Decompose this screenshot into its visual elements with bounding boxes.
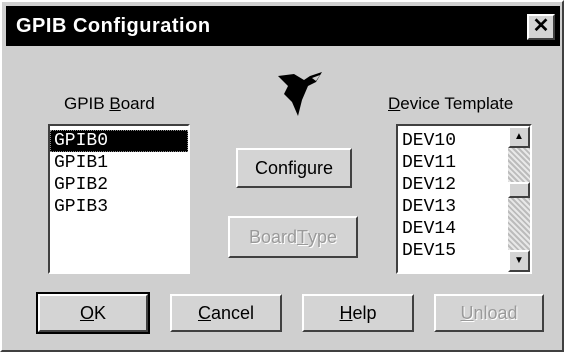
configure-label-pre: Confi [254,157,297,178]
device-template-label-mnemonic: D [388,94,401,113]
configure-button[interactable]: Confi g ure [236,148,352,188]
title-bar[interactable]: GPIB Configuration ✕ [6,6,560,46]
gpib-board-listbox[interactable]: GPIB0 GPIB1 GPIB2 GPIB3 [48,124,190,274]
board-type-label-pre: Board [248,226,297,247]
scroll-down-arrow-icon[interactable]: ▼ [508,250,530,272]
help-label-mnemonic: H [339,302,353,323]
board-type-button[interactable]: Board Type [228,216,358,258]
help-label-post: elp [352,302,377,323]
ok-button[interactable]: OK [36,292,150,334]
ok-label-post: K [94,302,107,323]
board-type-label-post: ype [308,226,338,247]
unload-label-post: nload [473,302,518,323]
ni-eagle-logo [278,72,322,116]
configure-label-mnemonic: g [297,157,308,178]
unload-button[interactable]: Unload [434,294,544,332]
close-icon: ✕ [532,15,550,37]
template-scrollbar[interactable]: ▲ ▼ [508,126,530,272]
board-list-item-gpib1[interactable]: GPIB1 [50,152,188,174]
device-template-label: Device Template [388,94,513,114]
device-template-listbox[interactable]: DEV10 DEV11 DEV12 DEV13 DEV14 DEV15 ▲ ▼ [396,124,532,274]
cancel-button[interactable]: Cancel [170,294,282,332]
gpib-board-label-rest: oard [120,94,155,113]
board-type-label-mnemonic: T [297,226,308,247]
board-list-item-gpib3[interactable]: GPIB3 [50,196,188,218]
gpib-board-label: GPIB Board [64,94,155,114]
unload-label-mnemonic: U [460,302,474,323]
cancel-label-mnemonic: C [197,302,211,323]
board-list-item-gpib0[interactable]: GPIB0 [50,130,188,152]
close-button[interactable]: ✕ [527,14,555,40]
device-template-label-rest: evice Template [400,94,514,113]
ok-label-mnemonic: O [79,302,94,323]
configure-label-post: ure [307,157,334,178]
scroll-up-arrow-icon[interactable]: ▲ [508,126,530,148]
dialog-title: GPIB Configuration [16,15,211,37]
scrollbar-thumb[interactable] [508,182,530,198]
help-button[interactable]: Help [302,294,414,332]
gpib-board-label-text: GPIB [64,94,110,113]
gpib-board-label-mnemonic: B [109,94,121,113]
cancel-label-post: ancel [210,302,255,323]
gpib-configuration-dialog: GPIB Configuration ✕ GPIB Board GPIB0 GP… [0,0,564,352]
board-list-item-gpib2[interactable]: GPIB2 [50,174,188,196]
